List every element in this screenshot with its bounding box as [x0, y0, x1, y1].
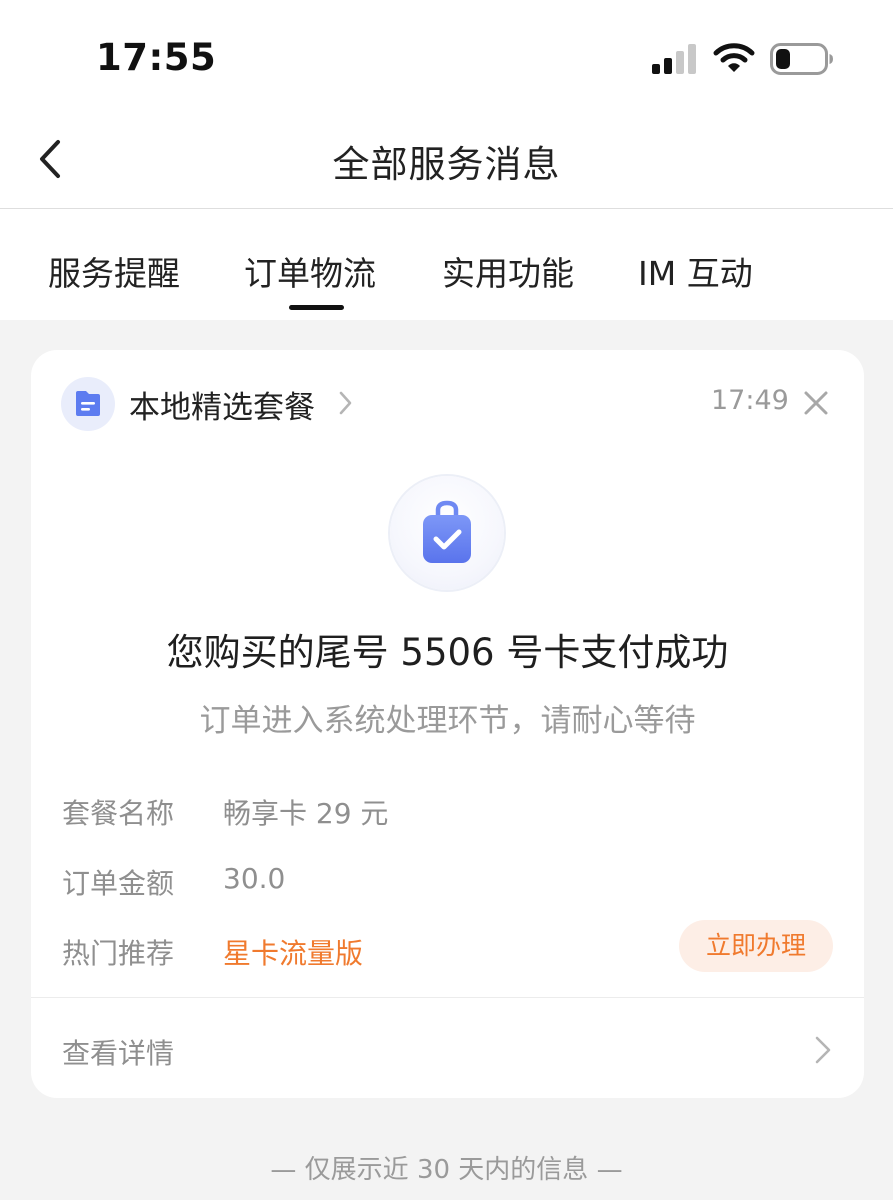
view-details-label: 查看详情 [62, 1037, 175, 1070]
order-amount-value: 30.0 [223, 862, 286, 895]
hot-recommendation-label: 热门推荐 [62, 937, 175, 970]
message-timestamp: 17:49 [711, 385, 789, 416]
page-title: 全部服务消息 [332, 143, 561, 186]
footer-note: — 仅展示近 30 天内的信息 — [270, 1155, 623, 1185]
status-time: 17:55 [96, 36, 217, 79]
message-headline: 您购买的尾号 5506 号卡支付成功 [166, 631, 729, 674]
apply-now-button[interactable]: 立即办理 [679, 920, 833, 972]
hero-badge [390, 476, 504, 590]
tab-im-interaction[interactable]: IM 互动 [638, 247, 753, 295]
nav-bar: 全部服务消息 [0, 110, 893, 209]
hot-recommendation-link[interactable]: 星卡流量版 [223, 932, 363, 972]
tab-utility-features[interactable]: 实用功能 [442, 247, 574, 295]
source-name-link[interactable]: 本地精选套餐 [129, 382, 315, 427]
message-card: 本地精选套餐 17:49 您购买的尾号 5506 号卡支付成功 订单进入系统处理… [31, 350, 864, 1098]
shopping-bag-check-icon [423, 500, 471, 563]
chevron-right-icon [339, 391, 352, 415]
tabs-bar: 服务提醒 订单物流 实用功能 IM 互动 [0, 209, 893, 320]
message-subline: 订单进入系统处理环节，请耐心等待 [199, 703, 696, 739]
view-details-row[interactable]: 查看详情 [31, 998, 864, 1098]
source-avatar [61, 377, 115, 431]
cellular-signal-icon [652, 44, 696, 74]
plan-name-value: 畅享卡 29 元 [223, 797, 389, 830]
tab-service-reminders[interactable]: 服务提醒 [48, 247, 180, 295]
card-header: 本地精选套餐 17:49 [31, 350, 864, 450]
battery-icon [770, 43, 833, 75]
chevron-right-icon [815, 1036, 831, 1064]
tab-order-logistics[interactable]: 订单物流 [244, 247, 376, 295]
active-tab-indicator [289, 305, 344, 310]
wifi-icon [713, 43, 755, 72]
document-icon [76, 391, 100, 416]
order-amount-label: 订单金额 [62, 867, 175, 900]
status-bar: 17:55 [0, 0, 893, 110]
plan-name-label: 套餐名称 [62, 797, 175, 830]
close-icon[interactable] [801, 388, 831, 418]
